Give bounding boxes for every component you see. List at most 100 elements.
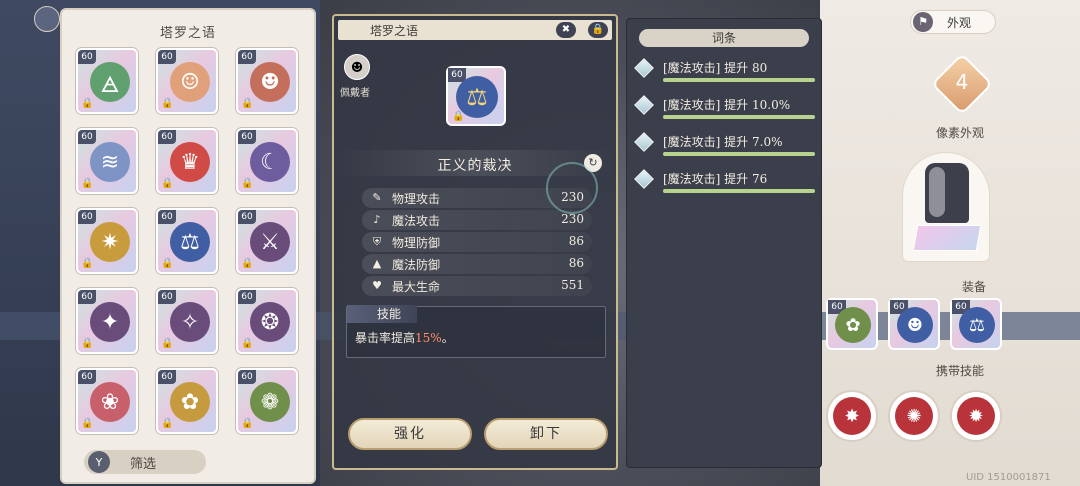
affix-title: 词条 (639, 29, 809, 47)
equipment-slot[interactable]: 60 ☻ (888, 298, 940, 350)
card-art-icon: ⚖ (170, 222, 210, 262)
lock-icon: 🔒 (81, 258, 94, 269)
card-level-badge: 60 (158, 290, 176, 304)
card-level-badge: 60 (158, 50, 176, 64)
stat-label: 物理攻击 (392, 192, 441, 206)
enhance-button[interactable]: 强化 (348, 418, 472, 450)
lock-icon: 🔒 (241, 258, 254, 269)
card-level-badge: 60 (238, 210, 256, 224)
card-art-icon: ♛ (170, 142, 210, 182)
inventory-card[interactable]: 60 ☻ 🔒 (236, 48, 298, 114)
affix-progress-bar (663, 152, 815, 156)
affix-progress-fill (663, 152, 815, 156)
filter-label: 筛选 (130, 456, 157, 472)
inventory-card[interactable]: 60 ❁ 🔒 (236, 368, 298, 434)
stat-label: 魔法攻击 (392, 214, 441, 228)
card-art-icon: ❂ (250, 302, 290, 342)
card-level-badge: 60 (238, 130, 256, 144)
affix-row: [魔法攻击] 提升 10.0% (634, 95, 817, 126)
inventory-card[interactable]: 60 ❀ 🔒 (76, 368, 138, 434)
card-level-badge: 60 (78, 50, 96, 64)
inventory-card[interactable]: 60 ⚖ 🔒 (156, 208, 218, 274)
sprite-pedestal (912, 225, 982, 251)
skill-slot[interactable]: ✺ (888, 390, 940, 442)
stat-icon: ♪ (373, 213, 381, 226)
card-art-icon: ☻ (897, 307, 933, 343)
affix-text: [魔法攻击] 提升 80 (663, 61, 768, 75)
card-art-icon: 🜁 (90, 62, 130, 102)
diamond-icon (634, 58, 654, 78)
inventory-card[interactable]: 60 ✷ 🔒 (76, 208, 138, 274)
lock-icon: 🔒 (161, 258, 174, 269)
lock-icon: 🔒 (241, 178, 254, 189)
affix-progress-fill (663, 189, 815, 193)
card-art-icon: ⚖ (959, 307, 995, 343)
skill-text-suffix: 。 (441, 331, 454, 345)
inventory-card[interactable]: 60 ❂ 🔒 (236, 288, 298, 354)
inventory-card[interactable]: 60 ⚔ 🔒 (236, 208, 298, 274)
affix-text: [魔法攻击] 提升 7.0% (663, 135, 783, 149)
stat-icon: ⛨ (372, 235, 382, 248)
shirt-icon: ⚑ (913, 12, 933, 32)
uid-label: UID 1510001871 (966, 472, 1051, 483)
unequip-button[interactable]: 卸下 (484, 418, 608, 450)
back-ornament-icon[interactable] (34, 6, 60, 32)
pixel-avatar[interactable] (902, 152, 990, 262)
affection-badge[interactable]: 4 (930, 52, 994, 116)
skill-icon: ✺ (895, 397, 933, 435)
inventory-card[interactable]: 60 ✦ 🔒 (76, 288, 138, 354)
stat-icon: ♥ (372, 279, 382, 292)
skill-slot[interactable]: ✸ (826, 390, 878, 442)
inventory-card[interactable]: 60 ✿ 🔒 (156, 368, 218, 434)
card-level-badge: 60 (158, 130, 176, 144)
lock-icon: 🔒 (81, 178, 94, 189)
affix-row: [魔法攻击] 提升 7.0% (634, 132, 817, 163)
skill-slot[interactable]: ✹ (950, 390, 1002, 442)
card-art-icon: ☺ (170, 62, 210, 102)
skill-icon: ✸ (833, 397, 871, 435)
lock-icon[interactable]: 🔒 (588, 22, 608, 38)
inventory-card[interactable]: 60 ✧ 🔒 (156, 288, 218, 354)
card-art-icon: ✿ (835, 307, 871, 343)
lock-icon: 🔒 (81, 98, 94, 109)
inventory-card[interactable]: 60 ☾ 🔒 (236, 128, 298, 194)
glow-effect (546, 162, 598, 214)
lock-icon: 🔒 (241, 338, 254, 349)
stat-icon: ▲ (372, 257, 382, 270)
card-art-icon: ✿ (170, 382, 210, 422)
funnel-icon: Y (88, 451, 110, 473)
inventory-card[interactable]: 60 ☺ 🔒 (156, 48, 218, 114)
lock-icon: 🔒 (161, 418, 174, 429)
card-level-badge: 60 (78, 370, 96, 384)
equipment-slot[interactable]: 60 ⚖ (950, 298, 1002, 350)
card-art-icon: ✧ (170, 302, 210, 342)
affix-row: [魔法攻击] 提升 76 (634, 169, 817, 200)
diamond-icon (634, 132, 654, 152)
lock-icon: 🔒 (161, 338, 174, 349)
lock-icon: 🔒 (161, 98, 174, 109)
card-art-icon: ≋ (90, 142, 130, 182)
inventory-card[interactable]: 60 ♛ 🔒 (156, 128, 218, 194)
filter-button[interactable]: Y 筛选 (84, 450, 206, 474)
equipment-slot[interactable]: 60 ✿ (826, 298, 878, 350)
card-level-badge: 60 (238, 370, 256, 384)
pixel-appearance-label: 像素外观 (936, 126, 985, 140)
inventory-card[interactable]: 60 ≋ 🔒 (76, 128, 138, 194)
card-level-badge: 60 (78, 130, 96, 144)
stat-value: 551 (561, 278, 584, 292)
card-art-icon: ❁ (250, 382, 290, 422)
carry-skill-label: 携带技能 (936, 364, 985, 378)
appearance-button[interactable]: ⚑ 外观 (910, 10, 996, 34)
affix-progress-bar (663, 115, 815, 119)
lock-icon: 🔒 (241, 98, 254, 109)
card-level-badge: 60 (78, 210, 96, 224)
owner-avatar[interactable]: ☻ (344, 54, 370, 80)
equipment-label: 装备 (962, 280, 987, 294)
diamond-icon (634, 95, 654, 115)
skill-description: 暴击率提高15%。 (355, 329, 454, 346)
card-level-badge: 60 (158, 370, 176, 384)
stat-row: ⛨ 物理防御 86 (362, 232, 592, 252)
appearance-label: 外观 (947, 16, 972, 30)
inventory-card[interactable]: 60 🜁 🔒 (76, 48, 138, 114)
close-icon[interactable]: ✖ (556, 22, 576, 38)
